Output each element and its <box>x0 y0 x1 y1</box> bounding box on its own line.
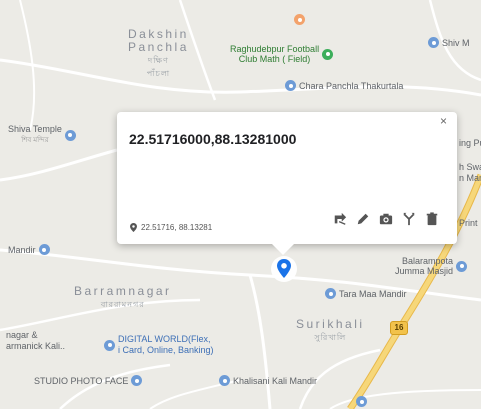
poi-label-partial: ing Pu <box>459 138 481 148</box>
map-canvas[interactable]: Dakshin Panchla দক্ষিণ পাঁচলা Barramnaga… <box>0 0 481 409</box>
camera-icon[interactable] <box>379 212 393 226</box>
poi-balarampota-masjid[interactable]: Balarampota Jumma Masjid <box>395 256 468 276</box>
edit-icon[interactable] <box>356 212 370 226</box>
poi-label: Shiv M <box>442 37 470 48</box>
poi-label: Raghudebpur Football Club Math ( Field) <box>230 44 320 64</box>
poi-pin-icon <box>428 37 439 48</box>
area-label-barramnagar: Barramnagar বাররামনগর <box>74 285 172 311</box>
area-label-local: সুরিখালি <box>314 333 347 342</box>
area-label-line: Panchla <box>128 40 189 54</box>
poi-pin-icon[interactable] <box>356 396 367 407</box>
poi-label-group: DIGITAL WORLD(Flex, i Card, Online, Bank… <box>118 334 214 356</box>
poi-label: Shiva Temple <box>8 124 62 134</box>
poi-shiva-temple[interactable]: Shiva Temple শিব মন্দির <box>8 124 76 146</box>
poi-label-local: শিব মন্দির <box>21 137 49 144</box>
poi-label: Tara Maa Mandir <box>339 288 407 299</box>
poi-label: armanick Kali.. <box>6 341 66 351</box>
poi-label: DIGITAL WORLD(Flex, <box>118 334 211 344</box>
poi-chara-panchla[interactable]: Chara Panchla Thakurtala <box>285 80 403 91</box>
area-label-line: Surikhali <box>296 317 365 331</box>
popup-coords-text: 22.51716, 88.13281 <box>141 223 213 232</box>
poi-label: Mandir <box>8 244 36 255</box>
poi-pin-icon <box>219 375 230 386</box>
poi-label: Khalisani Kali Mandir <box>233 375 318 386</box>
area-label-line: Barramnagar <box>74 284 172 298</box>
location-pin-icon <box>130 223 137 232</box>
close-icon[interactable]: × <box>440 115 447 127</box>
poi-label-partial: h Swa <box>459 162 481 172</box>
poi-label: STUDIO PHOTO FACE <box>34 375 129 386</box>
poi-khalisani-kali-mandir[interactable]: Khalisani Kali Mandir <box>219 375 317 386</box>
area-label-local: দক্ষিণ <box>148 56 169 65</box>
poi-pin-icon <box>64 129 76 141</box>
poi-label: Chara Panchla Thakurtala <box>299 80 404 91</box>
poi-label-partial: Print <box>459 218 478 228</box>
popup-title: 22.51716000,88.13281000 <box>129 131 297 147</box>
poi-pin-icon <box>325 288 336 299</box>
poi-shiv-mandir[interactable]: Shiv M <box>428 37 470 48</box>
area-label-local: বাররামনগর <box>100 300 145 309</box>
poi-label: i Card, Online, Banking) <box>118 345 214 355</box>
poi-pin-icon <box>456 260 468 272</box>
poi-pin-icon <box>104 339 115 351</box>
highway-shield: 16 <box>390 321 408 335</box>
poi-pin-icon[interactable] <box>294 14 305 25</box>
poi-mandir-left[interactable]: Mandir <box>8 244 50 255</box>
delete-icon[interactable] <box>425 212 439 226</box>
area-label-local: পাঁচলা <box>146 69 171 78</box>
poi-football-club[interactable]: Raghudebpur Football Club Math ( Field) <box>230 44 334 64</box>
location-info-popup: × 22.51716000,88.13281000 22.51716, 88.1… <box>117 112 457 255</box>
poi-digital-world[interactable]: DIGITAL WORLD(Flex, i Card, Online, Bank… <box>104 334 214 356</box>
poi-label: Jumma Masjid <box>395 266 454 276</box>
selected-location-marker-icon[interactable] <box>270 253 298 289</box>
poi-pin-icon <box>322 48 334 60</box>
popup-toolbar <box>333 212 439 226</box>
poi-nagar-kali[interactable]: nagar & armanick Kali.. <box>6 330 65 352</box>
directions-icon[interactable] <box>333 212 347 226</box>
poi-label-partial: n Man <box>459 173 481 183</box>
area-label-surikhali: Surikhali সুরিখালি <box>296 318 365 344</box>
poi-label: Balarampota <box>401 256 454 266</box>
share-icon[interactable] <box>402 212 416 226</box>
poi-label-group: Balarampota Jumma Masjid <box>395 256 453 276</box>
area-label-dakshin-panchla: Dakshin Panchla দক্ষিণ পাঁচলা <box>128 28 189 80</box>
poi-pin-icon <box>285 80 296 91</box>
poi-label-group: Shiva Temple শিব মন্দির <box>8 124 62 146</box>
poi-label: nagar & <box>6 330 38 340</box>
poi-pin-icon <box>131 375 143 386</box>
poi-tara-maa-mandir[interactable]: Tara Maa Mandir <box>325 288 407 299</box>
popup-coordinates: 22.51716, 88.13281 <box>130 223 212 232</box>
poi-pin-icon <box>38 244 50 255</box>
poi-studio-photo-face[interactable]: STUDIO PHOTO FACE <box>34 375 143 386</box>
